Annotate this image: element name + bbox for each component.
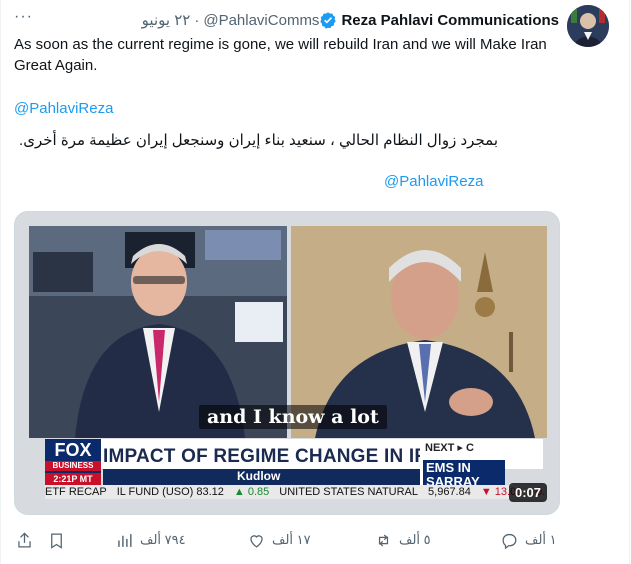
repost-icon [378,534,389,546]
reply-count: ١ ألف [525,532,557,547]
verified-badge-icon [320,12,337,29]
ticker-item: UNITED STATES NATURAL [279,486,419,498]
news-headline: IMPACT OF REGIME CHANGE IN IRAN [103,446,457,467]
logo-sub-text: BUSINESS [45,461,101,471]
post-header: ٢٢ يونيو · @PahlaviComms Reza Pahlavi Co… [142,10,559,30]
video-duration: 0:07 [508,483,547,502]
display-name[interactable]: Reza Pahlavi Communications [341,12,559,29]
ticker-item: 5,967.84 [428,486,471,498]
right-border [629,0,630,564]
mention-link-2[interactable]: @PahlaviReza [384,171,504,192]
user-handle[interactable]: @PahlaviComms [203,12,319,29]
repost-count: ٥ ألف [399,532,431,547]
post-text-arabic: بمجرد زوال النظام الحالي ، سنعيد بناء إي… [19,132,498,149]
logo-main-text: FOX [54,440,92,460]
bar-chart-icon [118,533,132,547]
reply-icon [502,533,517,549]
views-count: ٧٩٤ ألف [140,532,186,547]
ticker-item: ▲ 0.85 [233,486,270,498]
next-label: NEXT ▸ C [425,442,474,454]
share-icon [18,531,31,547]
ticker-item: ETF RECAP [45,486,107,498]
heart-icon [250,534,263,548]
views-button[interactable]: ٧٩٤ ألف [115,531,186,550]
ticker-item: IL FUND (USO) 83.12 [116,486,224,498]
reply-button[interactable]: ١ ألف [500,531,557,550]
separator-dot: · [194,11,200,29]
broadcast-time: 2:21P MT [45,473,101,485]
post-actions: ١ ألف ٥ ألف ١٧ ألف ٧٩٤ ألف [0,520,631,560]
bookmark-button[interactable] [47,531,66,550]
repost-button[interactable]: ٥ ألف [374,531,431,550]
share-button[interactable] [15,531,34,550]
like-button[interactable]: ١٧ ألف [247,531,311,550]
post-date[interactable]: ٢٢ يونيو [142,11,191,29]
video-player[interactable]: FOX BUSINESS IMPACT OF REGIME CHANGE IN … [14,211,560,515]
market-ticker: ETF RECAP IL FUND (USO) 83.12 ▲ 0.85 UNITED… [45,485,545,499]
mention-link-1[interactable]: @PahlaviReza [14,98,574,119]
post-text-english: As soon as the current regime is gone, w… [14,36,547,74]
more-options-icon[interactable]: ··· [14,8,38,28]
like-count: ١٧ ألف [272,532,311,547]
video-subtitle: and I know a lot [199,405,387,429]
show-name: Kudlow [237,469,281,483]
left-border [0,0,1,564]
bookmark-icon [51,533,62,549]
